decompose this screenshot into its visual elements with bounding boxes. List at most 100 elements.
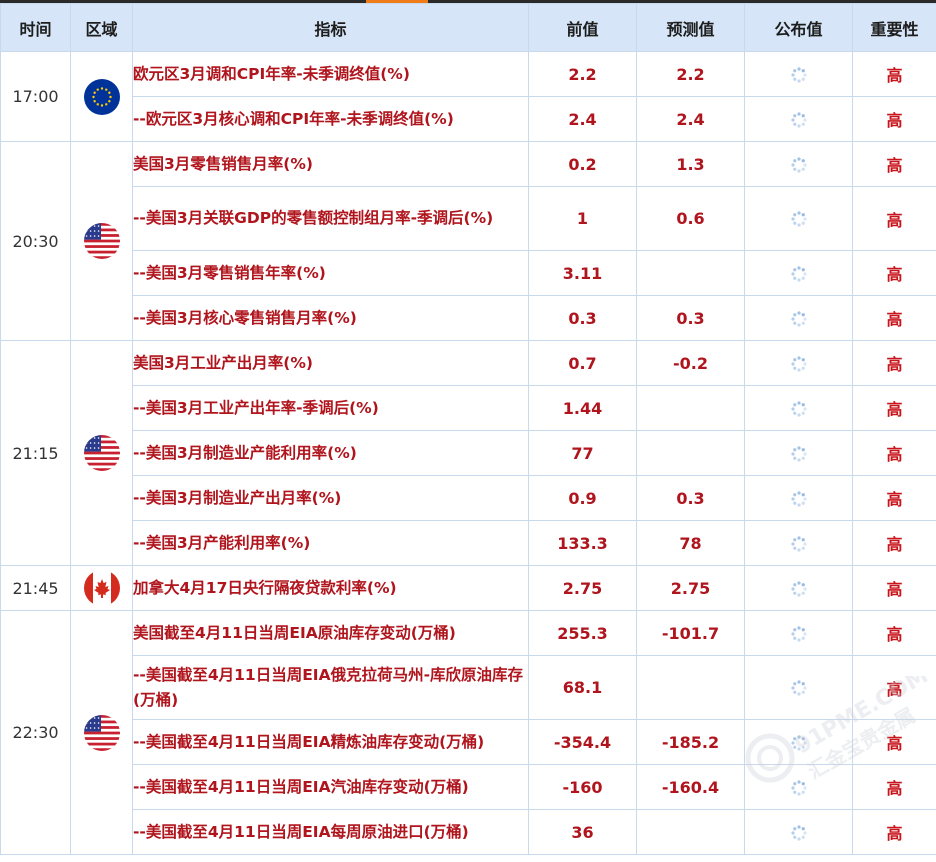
importance-badge: 高 (852, 51, 936, 97)
indicator-link[interactable]: 欧元区3月调和CPI年率-未季调终值(%) (132, 51, 529, 97)
indicator-link[interactable]: --美国3月工业产出年率-季调后(%) (132, 385, 529, 431)
event-time: 17:00 (0, 51, 71, 142)
importance-badge: 高 (852, 250, 936, 296)
previous-value: 2.2 (528, 51, 637, 97)
table-row: 21:15 美国3月工业产出月率(%) 0.7 -0.2 高 (0, 340, 936, 566)
indicator-link[interactable]: --美国截至4月11日当周EIA俄克拉荷马州-库欣原油库存(万桶) (132, 655, 529, 720)
importance-badge: 高 (852, 520, 936, 566)
loading-spinner-icon (790, 734, 808, 752)
actual-value (744, 610, 853, 656)
region-cell (70, 565, 133, 611)
loading-spinner-icon (790, 679, 808, 697)
actual-value (744, 565, 853, 611)
forecast-value: -0.2 (636, 340, 745, 386)
actual-value (744, 51, 853, 97)
event-time: 21:45 (0, 565, 71, 611)
indicator-link[interactable]: --美国3月零售销售年率(%) (132, 250, 529, 296)
forecast-value (636, 655, 745, 720)
actual-value (744, 340, 853, 386)
region-cell (70, 141, 133, 341)
table-row: --美国3月制造业产出月率(%) 0.9 0.3 高 (1, 475, 936, 521)
event-time: 20:30 (0, 141, 71, 341)
forecast-value (636, 250, 745, 296)
forecast-value (636, 809, 745, 855)
column-header-actual[interactable]: 公布值 (744, 3, 853, 52)
table-row: --美国3月产能利用率(%) 133.3 78 高 (1, 520, 936, 566)
importance-badge: 高 (852, 141, 936, 187)
loading-spinner-icon (790, 779, 808, 797)
forecast-value: -160.4 (636, 764, 745, 810)
event-time: 22:30 (0, 610, 71, 855)
loading-spinner-icon (790, 156, 808, 174)
table-row: 22:30 美国截至4月11日当周EIA原油库存变动(万桶) 255.3 -101.7… (0, 610, 936, 855)
actual-value (744, 385, 853, 431)
indicator-link[interactable]: 美国3月工业产出月率(%) (132, 340, 529, 386)
table-row: 17:00 欧元区3月调和CPI年率-未季调终值(%) 2.2 2.2 高 (0, 51, 936, 142)
forecast-value: 2.75 (636, 565, 745, 611)
indicator-link[interactable]: --美国截至4月11日当周EIA汽油库存变动(万桶) (132, 764, 529, 810)
importance-badge: 高 (852, 475, 936, 521)
column-header-importance[interactable]: 重要性 (852, 3, 936, 52)
indicator-link[interactable]: --美国截至4月11日当周EIA每周原油进口(万桶) (132, 809, 529, 855)
previous-value: 133.3 (528, 520, 637, 566)
loading-spinner-icon (790, 445, 808, 463)
ca-flag-icon (83, 570, 120, 606)
region-cell (70, 610, 133, 855)
actual-value (744, 430, 853, 476)
forecast-value: -185.2 (636, 719, 745, 765)
indicator-link[interactable]: 加拿大4月17日央行隔夜贷款利率(%) (132, 565, 529, 611)
indicator-link[interactable]: 美国3月零售销售月率(%) (132, 141, 529, 187)
importance-badge: 高 (852, 655, 936, 720)
loading-spinner-icon (790, 625, 808, 643)
column-header-indicator[interactable]: 指标 (132, 3, 529, 52)
indicator-link[interactable]: --美国3月产能利用率(%) (132, 520, 529, 566)
table-row: 20:30 美国3月零售销售月率(%) 0.2 1.3 高 (0, 141, 936, 341)
forecast-value: 0.3 (636, 295, 745, 341)
indicator-link[interactable]: --美国3月核心零售销售月率(%) (132, 295, 529, 341)
indicator-link[interactable]: --美国3月制造业产出月率(%) (132, 475, 529, 521)
previous-value: 3.11 (528, 250, 637, 296)
region-cell (70, 340, 133, 566)
loading-spinner-icon (790, 210, 808, 228)
importance-badge: 高 (852, 340, 936, 386)
forecast-value: 2.4 (636, 96, 745, 142)
column-header-forecast[interactable]: 预测值 (636, 3, 745, 52)
loading-spinner-icon (790, 66, 808, 84)
table-row: --美国3月工业产出年率-季调后(%) 1.44 高 (1, 385, 936, 431)
indicator-link[interactable]: --美国3月制造业产能利用率(%) (132, 430, 529, 476)
previous-value: 36 (528, 809, 637, 855)
forecast-value (636, 430, 745, 476)
importance-badge: 高 (852, 186, 936, 251)
column-header-previous[interactable]: 前值 (528, 3, 637, 52)
actual-value (744, 475, 853, 521)
indicator-link[interactable]: 美国截至4月11日当周EIA原油库存变动(万桶) (132, 610, 529, 656)
previous-value: 68.1 (528, 655, 637, 720)
forecast-value: 1.3 (636, 141, 745, 187)
actual-value (744, 809, 853, 855)
column-header-region[interactable]: 区域 (70, 3, 133, 52)
indicator-link[interactable]: --欧元区3月核心调和CPI年率-未季调终值(%) (132, 96, 529, 142)
previous-value: 0.9 (528, 475, 637, 521)
column-header-time[interactable]: 时间 (0, 3, 71, 52)
previous-value: 1 (528, 186, 637, 251)
eu-flag-icon (83, 78, 120, 115)
forecast-value: -101.7 (636, 610, 745, 656)
importance-badge: 高 (852, 385, 936, 431)
actual-value (744, 719, 853, 765)
loading-spinner-icon (790, 265, 808, 283)
loading-spinner-icon (790, 400, 808, 418)
importance-badge: 高 (852, 295, 936, 341)
actual-value (744, 96, 853, 142)
importance-badge: 高 (852, 430, 936, 476)
us-flag-icon (83, 714, 120, 751)
forecast-value (636, 385, 745, 431)
actual-value (744, 655, 853, 720)
indicator-link[interactable]: --美国3月关联GDP的零售额控制组月率-季调后(%) (132, 186, 529, 251)
economic-calendar-table: 时间 区域 指标 前值 预测值 公布值 重要性 17:00 欧元区3月调和CPI年… (0, 3, 936, 855)
previous-value: -160 (528, 764, 637, 810)
indicator-link[interactable]: --美国截至4月11日当周EIA精炼油库存变动(万桶) (132, 719, 529, 765)
actual-value (744, 250, 853, 296)
table-row: --美国3月关联GDP的零售额控制组月率-季调后(%) 1 0.6 高 (1, 186, 936, 251)
loading-spinner-icon (790, 535, 808, 553)
table-row: --美国截至4月11日当周EIA每周原油进口(万桶) 36 高 (1, 809, 936, 855)
